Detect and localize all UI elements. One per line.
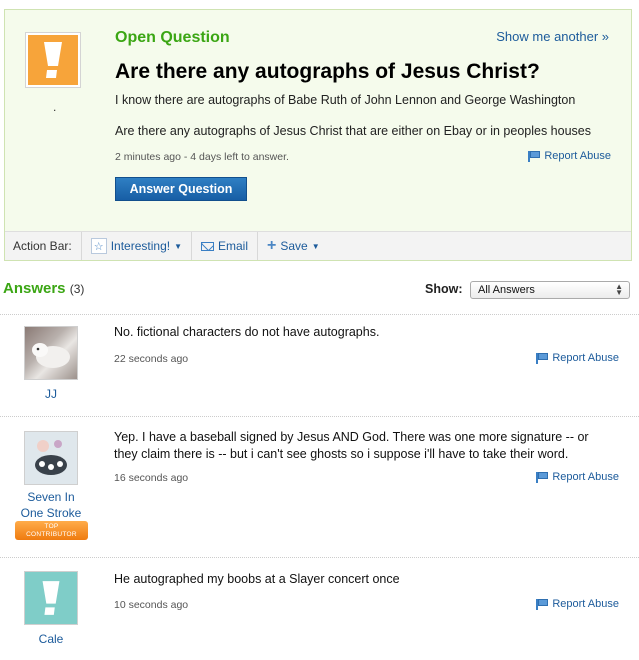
user-name-line2: One Stroke (20, 506, 82, 520)
answers-filter-select[interactable]: All Answers ▲ ▼ (470, 281, 630, 299)
exclamation-icon (42, 581, 60, 615)
user-name-line1: Seven In (27, 490, 75, 504)
question-status: Open Question (115, 29, 230, 46)
answers-count: (3) (69, 282, 85, 296)
report-abuse-link[interactable]: Report Abuse (536, 598, 619, 610)
top-contributor-badge: TOP CONTRIBUTOR (15, 521, 88, 540)
report-abuse-link[interactable]: Report Abuse (536, 471, 619, 483)
answer-text-line1: Yep. I have a baseball signed by Jesus A… (114, 430, 589, 444)
user-avatar-jj[interactable] (24, 326, 78, 380)
flag-icon (536, 599, 548, 610)
dog-photo-icon (32, 343, 70, 368)
plus-icon: + (267, 237, 277, 254)
answer-text-line2: they claim there is -- but i can't see g… (114, 447, 569, 461)
divider (0, 314, 639, 315)
answer-text: Yep. I have a baseball signed by Jesus A… (114, 429, 619, 463)
answer-user-name[interactable]: JJ (1, 386, 101, 402)
badge-line2: CONTRIBUTOR (26, 531, 77, 538)
interesting-button[interactable]: ☆ Interesting! ▼ (82, 232, 192, 260)
interesting-label: Interesting! (110, 239, 171, 253)
email-label: Email (218, 239, 249, 253)
answer-time: 16 seconds ago (114, 472, 189, 484)
chevron-down-icon: ▼ (311, 241, 320, 251)
question-meta: 2 minutes ago - 4 days left to answer. (115, 151, 289, 163)
action-bar: Action Bar: ☆ Interesting! ▼ Email + Sav… (5, 231, 631, 260)
answer-text: No. fictional characters do not have aut… (114, 325, 380, 339)
divider (0, 416, 639, 417)
report-abuse-label: Report Abuse (552, 352, 619, 364)
divider (0, 557, 639, 558)
question-panel: . Open Question Show me another » Are th… (4, 9, 632, 261)
answer-time: 10 seconds ago (114, 599, 189, 611)
star-icon: ☆ (90, 238, 107, 254)
envelope-icon (201, 241, 214, 251)
character-photo-icon (25, 432, 77, 484)
flag-icon (536, 353, 548, 364)
flag-icon (528, 151, 540, 162)
answer-user-name[interactable]: Cale (1, 631, 101, 647)
badge-line1: TOP (44, 523, 59, 530)
question-body-line1: I know there are autographs of Babe Ruth… (115, 93, 576, 107)
asker-name[interactable]: . (53, 100, 56, 114)
select-arrows-icon: ▲ ▼ (615, 282, 623, 297)
show-another-link[interactable]: Show me another » (496, 29, 609, 44)
action-bar-label: Action Bar: (5, 232, 82, 260)
answer-time: 22 seconds ago (114, 353, 189, 365)
email-button[interactable]: Email (192, 232, 259, 260)
filter-value: All Answers (478, 284, 535, 296)
asker-avatar[interactable] (25, 32, 81, 88)
save-button[interactable]: + Save ▼ (258, 232, 329, 260)
report-abuse-label: Report Abuse (544, 150, 611, 162)
answer-user-name[interactable]: Seven In One Stroke (1, 489, 101, 521)
save-label: Save (280, 239, 308, 253)
answers-title: Answers (3, 280, 66, 297)
answer-question-button[interactable]: Answer Question (115, 177, 247, 201)
question-body-line2: Are there any autographs of Jesus Christ… (115, 124, 591, 138)
report-abuse-link[interactable]: Report Abuse (536, 352, 619, 364)
question-title: Are there any autographs of Jesus Christ… (115, 60, 540, 83)
chevron-down-icon: ▼ (174, 241, 182, 251)
report-abuse-label: Report Abuse (552, 471, 619, 483)
answer-text: He autographed my boobs at a Slayer conc… (114, 572, 400, 586)
user-avatar-cale[interactable] (24, 571, 78, 625)
flag-icon (536, 472, 548, 483)
show-filter-label: Show: (425, 282, 463, 296)
exclamation-icon (44, 42, 62, 78)
answers-heading: Answers (3) (3, 280, 84, 297)
report-abuse-label: Report Abuse (552, 598, 619, 610)
report-abuse-link[interactable]: Report Abuse (528, 150, 611, 162)
user-avatar-seven-in-one-stroke[interactable] (24, 431, 78, 485)
